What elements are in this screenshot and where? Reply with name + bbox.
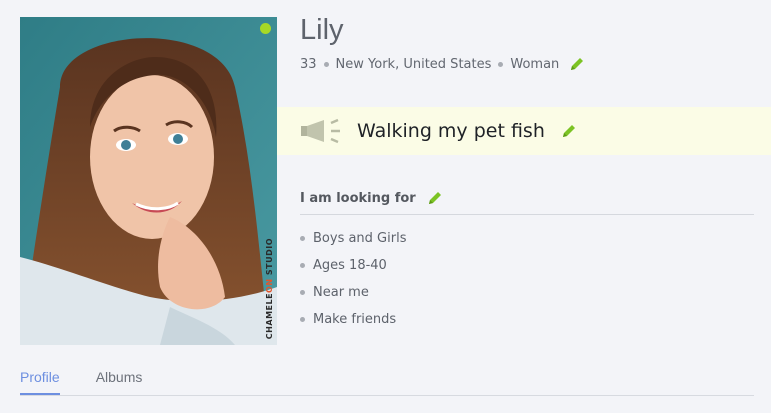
looking-for-list: Boys and Girls Ages 18-40 Near me Make f… <box>300 225 754 333</box>
tab-albums[interactable]: Albums <box>96 366 143 394</box>
profile-name: Lily <box>300 14 344 46</box>
looking-for-title: I am looking for <box>300 190 416 206</box>
online-dot-icon <box>260 23 271 34</box>
profile-photo[interactable]: CHAMELEON STUDIO <box>20 17 277 345</box>
profile-age: 33 <box>300 56 317 72</box>
list-item-label: Boys and Girls <box>313 231 407 246</box>
list-item: Make friends <box>300 306 754 333</box>
edit-looking-for-pencil-icon[interactable] <box>427 190 443 206</box>
profile-location: New York, United States <box>335 56 492 72</box>
edit-status-pencil-icon[interactable] <box>561 123 577 139</box>
list-item-label: Make friends <box>313 312 397 327</box>
bullet-dot <box>300 317 305 322</box>
looking-for-header: I am looking for <box>300 186 754 215</box>
profile-tabs: Profile Albums <box>20 366 754 396</box>
profile-meta: 33 New York, United States Woman <box>300 56 585 72</box>
bullet-dot <box>300 236 305 241</box>
separator-dot <box>498 61 504 67</box>
list-item: Boys and Girls <box>300 225 754 252</box>
profile-photo-image <box>20 17 277 345</box>
bullet-dot <box>300 290 305 295</box>
looking-for-section: I am looking for Boys and Girls Ages 18-… <box>300 186 754 333</box>
profile-gender: Woman <box>510 56 560 72</box>
list-item: Ages 18-40 <box>300 252 754 279</box>
separator-dot <box>323 61 329 67</box>
list-item-label: Ages 18-40 <box>313 258 387 273</box>
tab-profile[interactable]: Profile <box>20 366 60 395</box>
bullet-dot <box>300 263 305 268</box>
list-item: Near me <box>300 279 754 306</box>
list-item-label: Near me <box>313 285 369 300</box>
edit-profile-pencil-icon[interactable] <box>569 56 585 72</box>
status-bar: Walking my pet fish <box>277 107 771 155</box>
status-text: Walking my pet fish <box>357 120 545 142</box>
photo-watermark: CHAMELEON STUDIO <box>265 237 274 339</box>
megaphone-icon <box>301 118 340 144</box>
